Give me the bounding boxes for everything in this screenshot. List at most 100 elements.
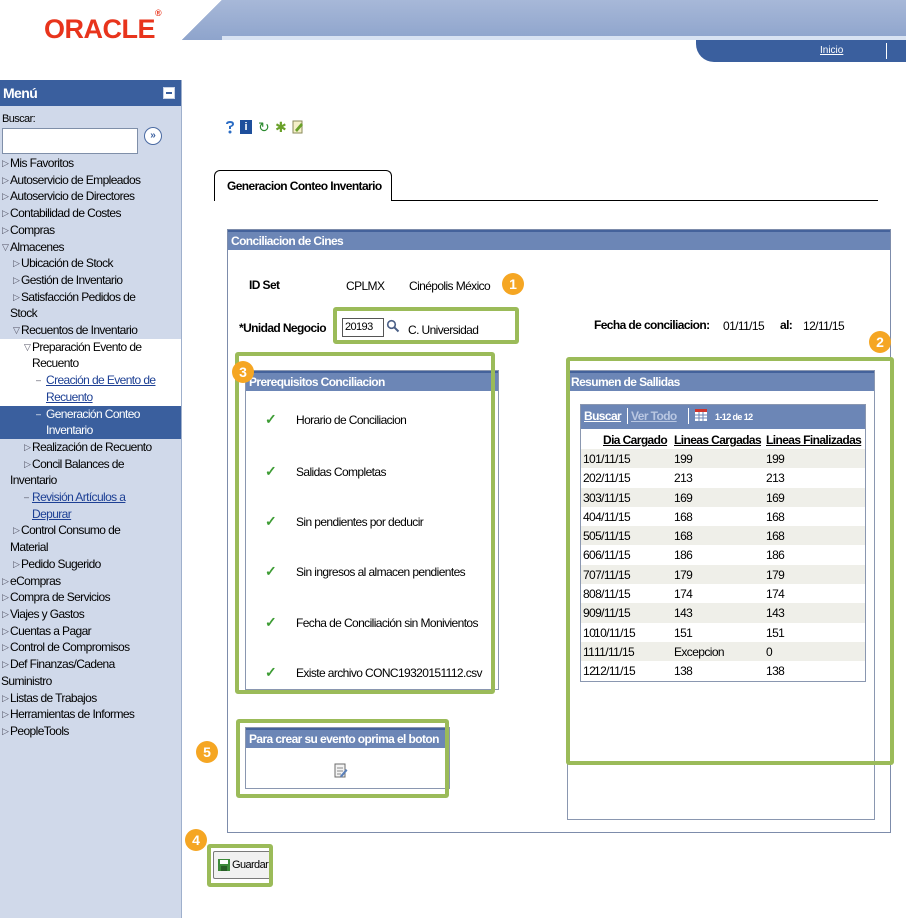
annotation-badge-3: 3 [232,361,254,383]
expanded-arrow-icon: ▽ [24,341,31,352]
sidebar-item-label: Recuentos de Inventario [21,323,138,338]
id-set-value: CPLMX [346,279,385,293]
collapsed-arrow-icon: ▷ [13,274,20,285]
expanded-arrow-icon: ▽ [2,241,9,252]
sidebar-item-label: Autoservicio de Empleados [10,172,141,187]
fecha-desde-value: 01/11/15 [723,319,765,333]
sidebar-item[interactable]: ▷ Def Finanzas/Cadena [0,656,181,673]
sidebar-item[interactable]: ▽ Almacenes [0,239,181,256]
sidebar-item[interactable]: ▷ Compra de Servicios [0,589,181,606]
sidebar-item-label: Preparación Evento de [32,339,142,354]
sidebar-item[interactable]: ▷ eCompras [0,573,181,590]
sidebar-item[interactable]: ▽ Recuentos de Inventario [0,322,181,339]
edit-page-icon[interactable] [292,120,304,134]
collapsed-arrow-icon: ▷ [2,224,9,235]
collapsed-arrow-icon: ▷ [2,158,9,168]
logo-area: ORACLE® [0,0,182,56]
sidebar-item[interactable]: ▷ Listas de Trabajos [0,690,181,707]
sidebar-item[interactable]: ▷ Compras [0,222,181,239]
collapse-icon[interactable] [163,87,175,99]
sidebar-item[interactable]: ▷ Pedido Sugerido [0,556,181,573]
highlight-evento [236,719,449,798]
inicio-link[interactable]: Inicio [820,45,843,56]
collapsed-arrow-icon: ▷ [2,709,9,720]
sidebar-item[interactable]: ▷ Realización de Recuento [0,439,181,456]
collapsed-arrow-icon: ▷ [24,441,31,452]
fecha-hasta-value: 12/11/15 [803,319,845,333]
search-go-icon[interactable]: » [144,127,162,145]
sidebar-item[interactable]: ▷ Concil Balances de [0,456,181,473]
sidebar-item[interactable]: Material [0,539,181,556]
collapsed-arrow-icon: ▷ [2,592,9,603]
sidebar-item[interactable]: ▷ Autoservicio de Empleados [0,172,181,189]
collapsed-arrow-icon: ▷ [2,575,9,586]
header-nav: Inicio [696,40,906,62]
sidebar-item[interactable]: ▷ Ubicación de Stock [0,255,181,272]
sidebar-item-label: Ubicación de Stock [21,256,114,271]
expanded-arrow-icon: ▽ [13,325,20,336]
menu-header: Menú [0,80,181,106]
sidebar-item[interactable]: Recuento [0,355,181,373]
annotation-badge-2: 2 [869,331,891,353]
collapsed-arrow-icon: ▷ [24,458,31,469]
menu-list: ▷ Mis Favoritos ▷ Autoservicio de Empleados… [0,155,181,740]
sidebar-item-label: Material [10,540,48,555]
unidad-negocio-label: *Unidad Negocio [239,321,327,335]
sidebar-item[interactable]: ▷ Satisfacción Pedidos de [0,289,181,306]
sidebar-item[interactable]: ▷ Control de Compromisos [0,639,181,656]
fecha-conciliacion-label: Fecha de conciliacion: [594,318,710,332]
conciliacion-title: Conciliacion de Cines [228,230,890,250]
sidebar-item[interactable]: Recuento [0,388,181,406]
sidebar-item[interactable]: ▷ PeopleTools [0,723,181,740]
sidebar-item-label: Recuento [32,356,79,371]
sidebar-item-label: Cuentas a Pagar [10,623,92,638]
info-icon[interactable]: i [240,120,252,134]
sidebar-item-label: Revisión Artículos a [32,490,126,505]
sidebar-item[interactable]: Suministro [0,673,181,690]
tab-label: Generacion Conteo Inventario [227,179,382,193]
sidebar-item[interactable]: ▷ Gestión de Inventario [0,272,181,289]
sidebar-item[interactable]: ▷ Autoservicio de Directores [0,188,181,205]
sidebar-item[interactable]: – Generación Conteo [0,405,181,423]
search-row: » [0,125,181,155]
collapsed-arrow-icon: ▷ [2,608,9,619]
sidebar-item-label: Generación Conteo [46,406,140,421]
sidebar-item[interactable]: ▷ Herramientas de Informes [0,706,181,723]
collapsed-arrow-icon: ▷ [2,725,9,736]
sidebar-item[interactable]: – Creación de Evento de [0,372,181,389]
sidebar-item-label: Inventario [46,423,93,438]
sidebar-item[interactable]: Inventario [0,472,181,489]
sidebar-item[interactable]: – Revisión Artículos a [0,489,181,506]
sidebar-item[interactable]: ▷ Viajes y Gastos [0,606,181,623]
search-input[interactable] [2,128,138,154]
sidebar-item[interactable]: ▷ Contabilidad de Costes [0,205,181,222]
sidebar-item[interactable]: ▽ Preparación Evento de [0,338,181,356]
sidebar-item[interactable]: ▷ Mis Favoritos [0,155,181,172]
gear-icon[interactable]: ✱ [275,120,287,134]
sidebar-item[interactable]: Stock [0,305,181,322]
refresh-icon[interactable]: ↻ [258,120,270,134]
search-label: Buscar: [2,113,36,125]
sidebar-item-label: Autoservicio de Directores [10,189,135,204]
sidebar-item[interactable]: Depurar [0,506,181,523]
highlight-resumen [566,357,894,765]
oracle-logo: ORACLE® [44,8,162,44]
tab-generacion-conteo[interactable]: Generacion Conteo Inventario [214,170,392,201]
sidebar-item-label: Suministro [1,673,52,688]
sidebar-item-label: Stock [10,306,38,321]
id-set-label: ID Set [249,278,280,292]
dash-icon: – [36,375,41,386]
sidebar-item[interactable]: Inventario [0,422,181,439]
help-icon[interactable] [224,120,236,134]
sidebar-item-label: Gestión de Inventario [21,272,123,287]
sidebar-item-label: Def Finanzas/Cadena [10,657,115,672]
annotation-badge-4: 4 [185,829,207,851]
annotation-badge-5: 5 [196,741,218,763]
sidebar-item-label: Compra de Servicios [10,590,111,605]
header-band [182,0,906,40]
sidebar-item-label: Depurar [32,506,72,521]
sidebar-item[interactable]: ▷ Cuentas a Pagar [0,623,181,640]
sidebar-item-label: Herramientas de Informes [10,707,135,722]
sidebar-item[interactable]: ▷ Control Consumo de [0,522,181,539]
collapsed-arrow-icon: ▷ [13,291,20,302]
